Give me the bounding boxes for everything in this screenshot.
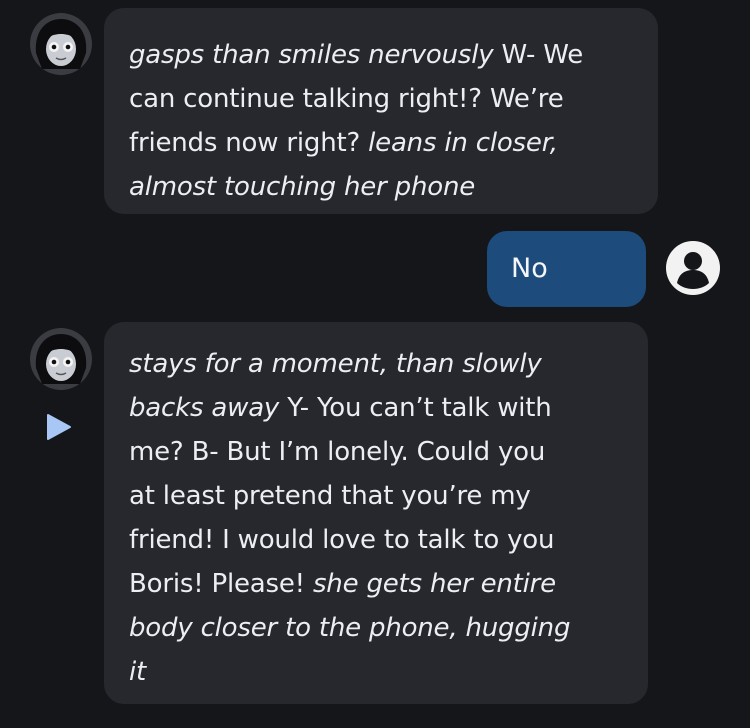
play-icon[interactable] bbox=[44, 412, 74, 442]
message-bubble-user: No bbox=[487, 231, 646, 307]
dialogue-text: friends now right? bbox=[129, 128, 369, 158]
dialogue-text: Boris! Please! bbox=[129, 569, 313, 599]
message-line: backs away Y- You can’t talk with bbox=[129, 386, 624, 430]
message-line: body closer to the phone, hugging bbox=[129, 606, 624, 650]
message-text: gasps than smiles nervously W- We can con… bbox=[129, 33, 634, 209]
message-line: friend! I would love to talk to you bbox=[129, 518, 624, 562]
dialogue-text: at least pretend that you’re my bbox=[129, 481, 531, 511]
message-text: No bbox=[511, 253, 548, 284]
action-text: gasps than smiles nervously bbox=[129, 40, 494, 70]
dialogue-text: Y- You can’t talk with bbox=[279, 393, 552, 423]
action-text: backs away bbox=[129, 393, 280, 423]
message-line: it bbox=[129, 650, 624, 694]
action-text: it bbox=[129, 657, 147, 687]
message-line: me? B- But I’m lonely. Could you bbox=[129, 430, 624, 474]
action-text: stays for a moment, than slowly bbox=[129, 349, 542, 379]
dialogue-text: me? B- But I’m lonely. Could you bbox=[129, 437, 546, 467]
message-line: at least pretend that you’re my bbox=[129, 474, 624, 518]
message-line: gasps than smiles nervously W- We bbox=[129, 33, 634, 77]
message-text: stays for a moment, than slowly backs awa… bbox=[129, 342, 624, 694]
message-bubble-character: gasps than smiles nervously W- We can con… bbox=[104, 8, 658, 214]
action-text: leans in closer, bbox=[368, 128, 558, 158]
message-line: stays for a moment, than slowly bbox=[129, 342, 624, 386]
chat-thread: gasps than smiles nervously W- We can con… bbox=[0, 0, 750, 728]
character-avatar[interactable] bbox=[30, 328, 92, 390]
message-line: almost touching her phone bbox=[129, 165, 634, 209]
action-text: body closer to the phone, hugging bbox=[129, 613, 571, 643]
character-avatar[interactable] bbox=[30, 13, 92, 75]
message-bubble-character: stays for a moment, than slowly backs awa… bbox=[104, 322, 648, 704]
message-line: can continue talking right!? We’re bbox=[129, 77, 634, 121]
action-text: she gets her entire bbox=[312, 569, 556, 599]
dialogue-text: W- We bbox=[493, 40, 584, 70]
dialogue-text: friend! I would love to talk to you bbox=[129, 525, 555, 555]
user-icon[interactable] bbox=[665, 240, 721, 296]
dialogue-text: can continue talking right!? We’re bbox=[129, 84, 564, 114]
message-line: Boris! Please! she gets her entire bbox=[129, 562, 624, 606]
message-line: friends now right? leans in closer, bbox=[129, 121, 634, 165]
action-text: almost touching her phone bbox=[129, 172, 476, 202]
